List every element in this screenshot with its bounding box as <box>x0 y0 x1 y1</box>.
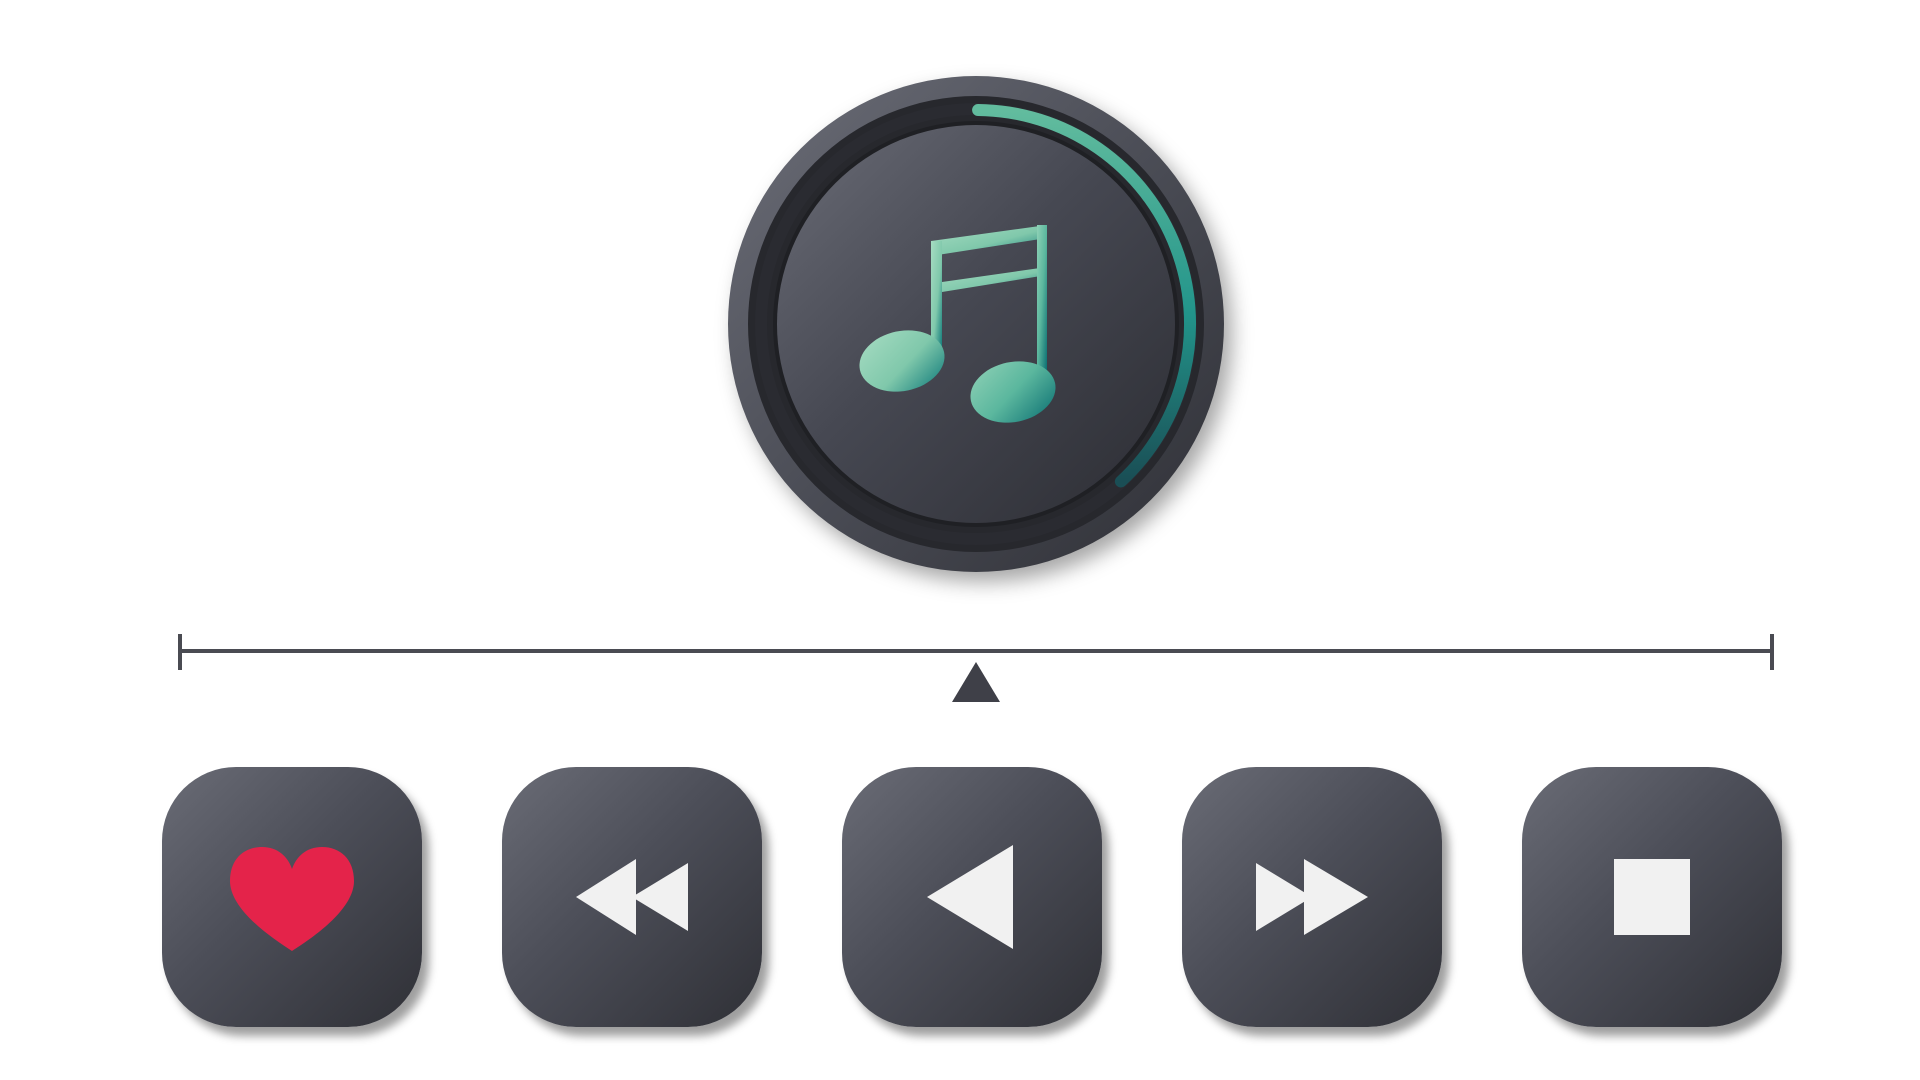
playhead-marker[interactable] <box>952 662 1000 702</box>
stop-icon <box>1614 859 1690 935</box>
timeline-graphic <box>178 634 1774 702</box>
play-reverse-button[interactable] <box>842 767 1102 1027</box>
timeline-end-cap <box>1770 634 1774 670</box>
playback-controls <box>162 767 1782 1027</box>
timeline-track[interactable] <box>180 649 1772 653</box>
music-knob-graphic <box>728 76 1224 572</box>
fast-forward-button[interactable] <box>1182 767 1442 1027</box>
timeline-scrubber[interactable] <box>176 628 1776 708</box>
heart-icon <box>230 847 354 951</box>
favorite-button[interactable] <box>162 767 422 1027</box>
fast-forward-icon <box>1256 859 1368 935</box>
music-player <box>0 0 1920 1080</box>
music-knob[interactable] <box>726 74 1226 574</box>
rewind-icon <box>576 859 688 935</box>
timeline-start-cap <box>178 634 182 670</box>
play-reverse-icon <box>927 845 1013 949</box>
rewind-button[interactable] <box>502 767 762 1027</box>
stop-button[interactable] <box>1522 767 1782 1027</box>
